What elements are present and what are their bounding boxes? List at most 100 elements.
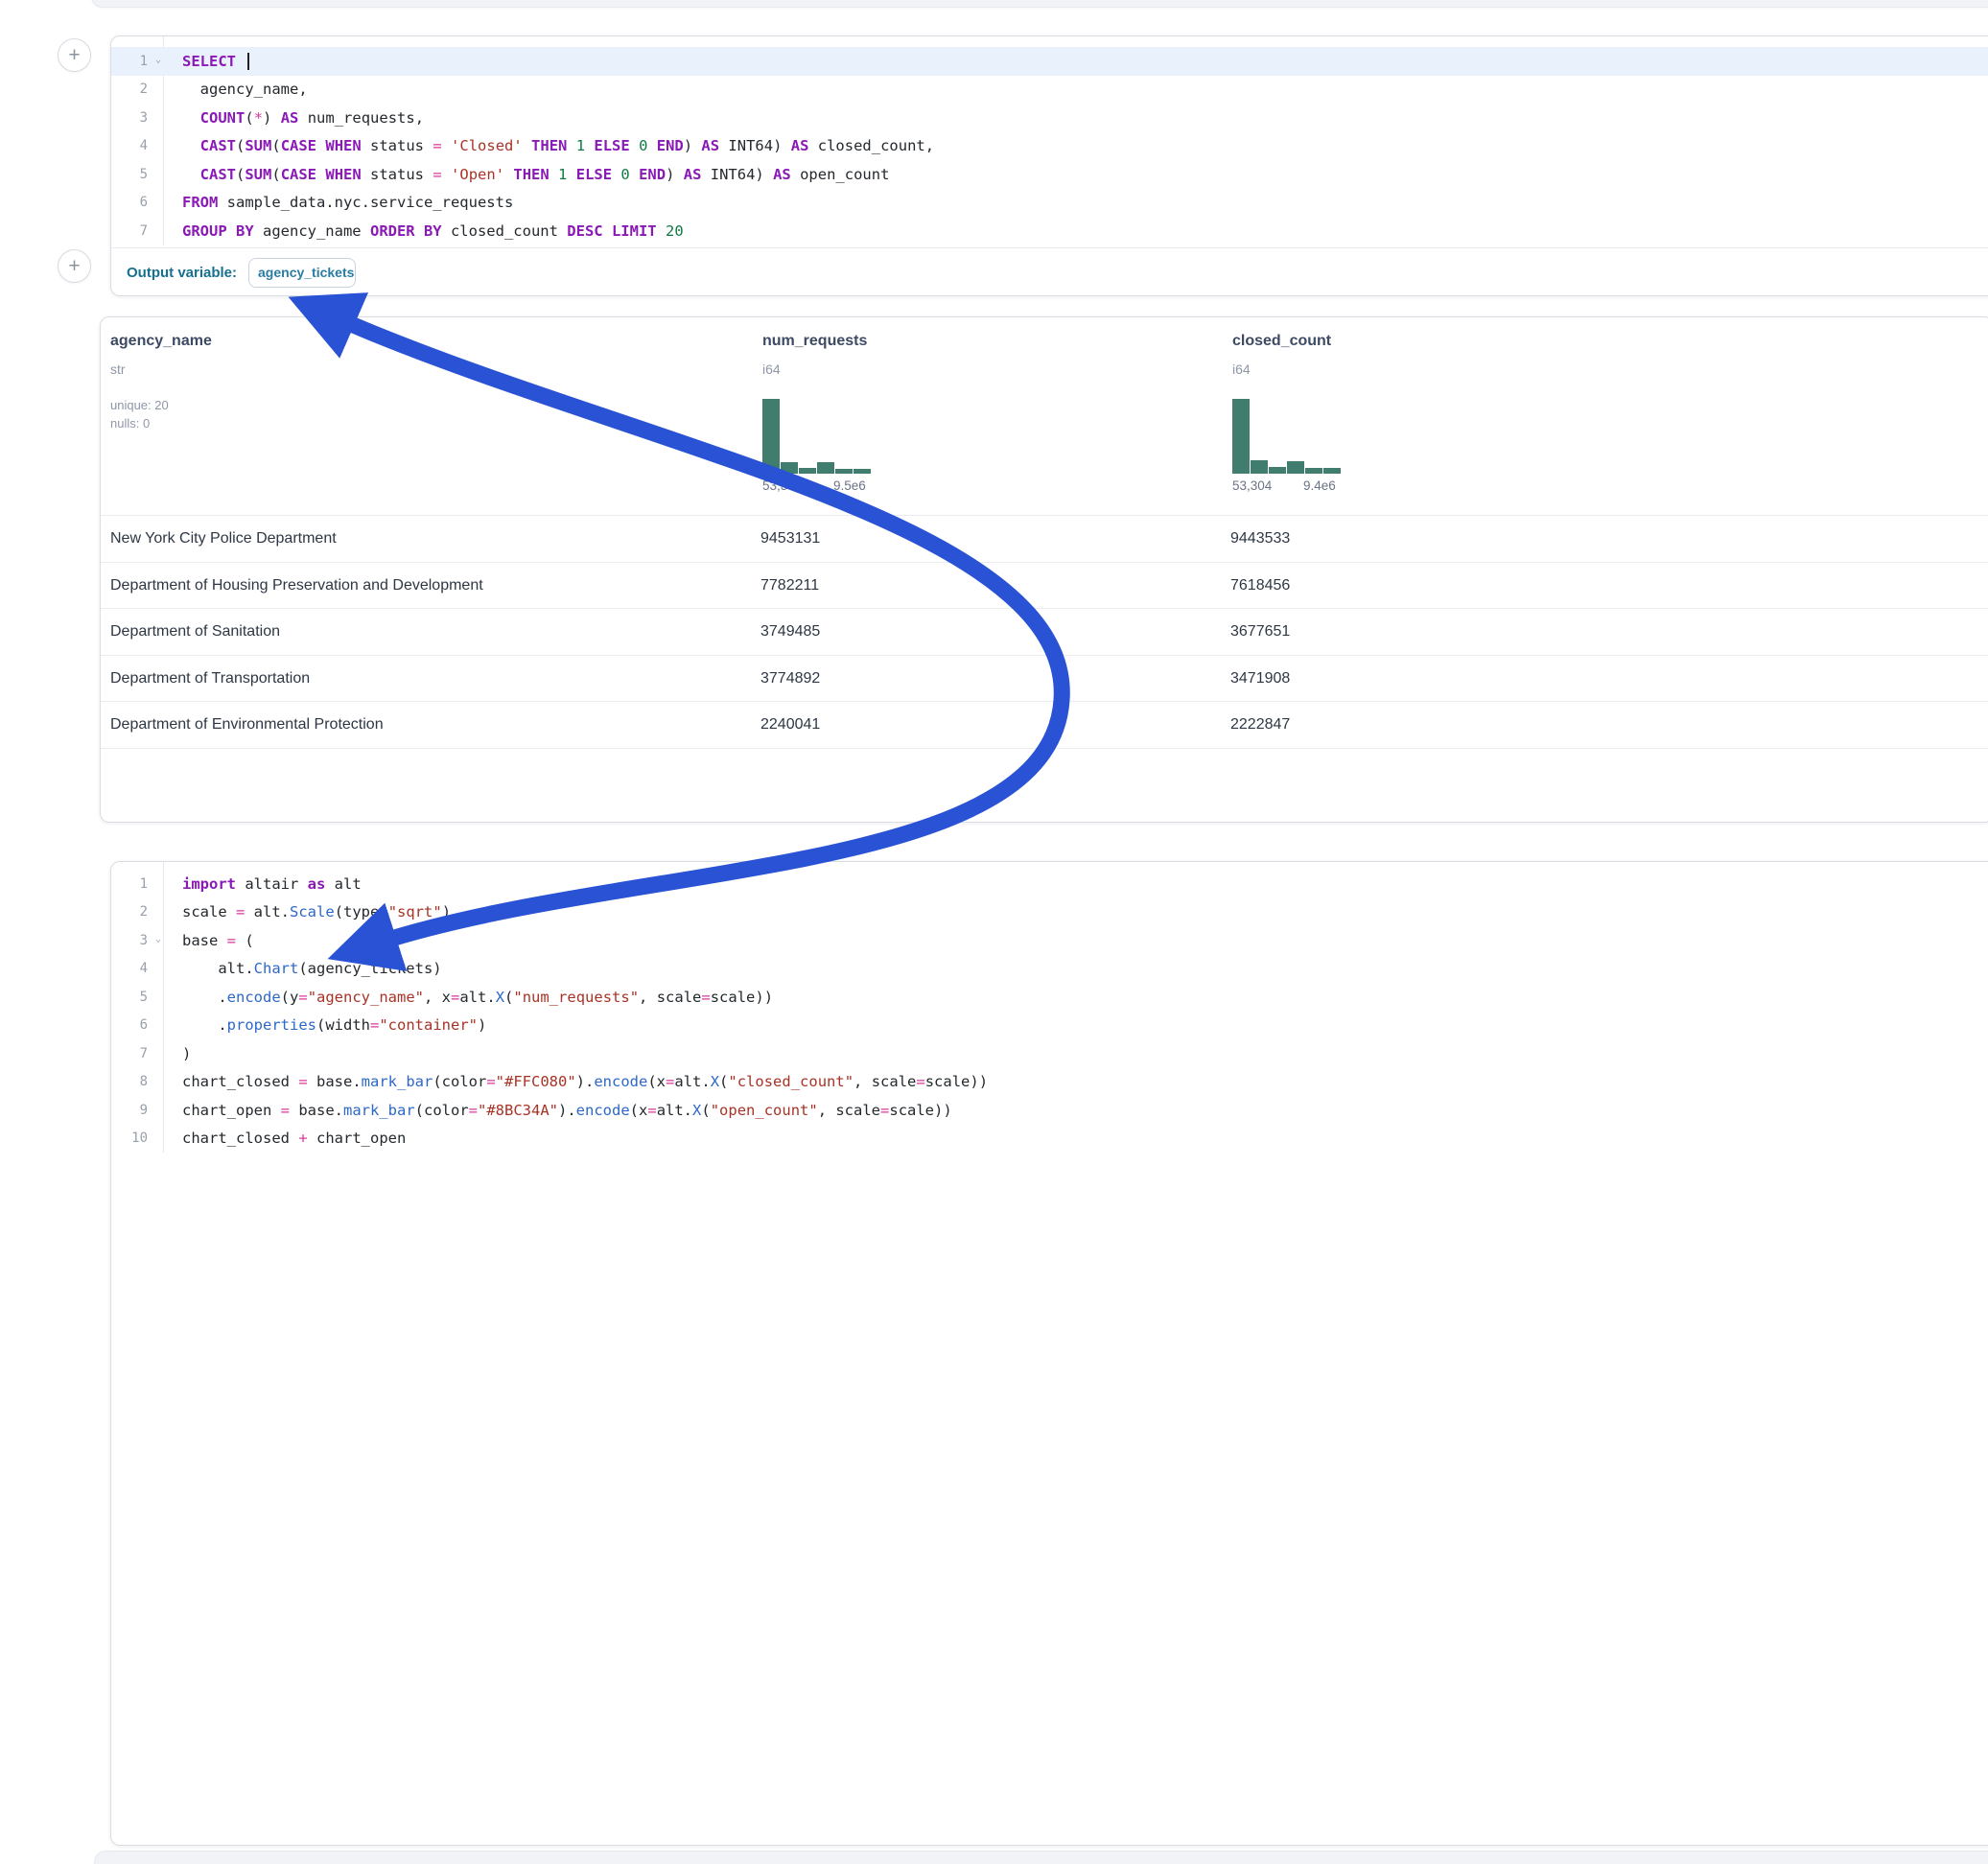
code-text: CAST(SUM(CASE WHEN status = 'Closed' THE… [163, 137, 934, 154]
table-cell: 3749485 [760, 609, 820, 656]
line-number: 7 [111, 223, 163, 239]
histogram-min-label: 53,304 [762, 478, 802, 493]
table-cell: Department of Transportation [110, 656, 310, 703]
code-line[interactable]: 3 COUNT(*) AS num_requests, [111, 104, 1988, 132]
table-row[interactable]: Department of Housing Preservation and D… [101, 562, 1988, 609]
python-code-editor[interactable]: 1import altair as alt2scale = alt.Scale(… [111, 862, 1988, 1153]
code-line[interactable]: 1⌄SELECT [111, 47, 1988, 76]
table-cell: 7782211 [760, 563, 819, 610]
column-type: i64 [762, 361, 781, 377]
code-text: agency_name, [163, 81, 308, 98]
code-text: .properties(width="container") [163, 1016, 486, 1034]
line-number: 2 [111, 904, 163, 920]
sql-code-editor[interactable]: 1⌄SELECT 2 agency_name,3 COUNT(*) AS num… [111, 36, 1988, 245]
histogram-min-label: 53,304 [1232, 478, 1272, 493]
code-line[interactable]: 10chart_closed + chart_open [111, 1125, 1988, 1153]
sql-cell: 1⌄SELECT 2 agency_name,3 COUNT(*) AS num… [110, 35, 1988, 296]
line-number: 6 [111, 195, 163, 210]
code-line[interactable]: 9chart_open = base.mark_bar(color="#8BC3… [111, 1096, 1988, 1125]
column-header-num_requests[interactable]: num_requests [762, 333, 867, 350]
line-number: 9 [111, 1103, 163, 1118]
code-line[interactable]: 2 agency_name, [111, 76, 1988, 105]
code-text: chart_closed = base.mark_bar(color="#FFC… [163, 1073, 988, 1090]
table-cell: 2240041 [760, 702, 820, 749]
column-meta: nulls: 0 [110, 416, 150, 431]
code-line[interactable]: 6 .properties(width="container") [111, 1012, 1988, 1040]
column-header-closed_count[interactable]: closed_count [1232, 333, 1331, 350]
code-text: alt.Chart(agency_tickets) [163, 960, 442, 977]
code-text: scale = alt.Scale(type="sqrt") [163, 903, 451, 920]
code-line[interactable]: 5 CAST(SUM(CASE WHEN status = 'Open' THE… [111, 160, 1988, 189]
code-line[interactable]: 8chart_closed = base.mark_bar(color="#FF… [111, 1068, 1988, 1097]
output-variable-pill[interactable]: agency_tickets [248, 258, 356, 288]
code-line[interactable]: 4 CAST(SUM(CASE WHEN status = 'Closed' T… [111, 132, 1988, 161]
code-text: COUNT(*) AS num_requests, [163, 109, 424, 127]
column-type: i64 [1232, 361, 1251, 377]
code-line[interactable]: 3⌄base = ( [111, 926, 1988, 955]
table-row[interactable]: New York City Police Department 9453131 94… [101, 515, 1988, 562]
next-cell-edge [94, 1851, 1988, 1864]
code-text: chart_open = base.mark_bar(color="#8BC34… [163, 1102, 952, 1119]
code-text: FROM sample_data.nyc.service_requests [163, 194, 513, 211]
line-number: 3 [111, 110, 163, 126]
table-cell: 9443533 [1230, 516, 1290, 563]
code-line[interactable]: 6FROM sample_data.nyc.service_requests [111, 189, 1988, 218]
line-number: 7 [111, 1046, 163, 1061]
fold-chevron-icon[interactable]: ⌄ [155, 55, 161, 65]
line-number: 6 [111, 1017, 163, 1033]
line-number: 1⌄ [111, 54, 163, 69]
add-cell-button-top[interactable]: + [58, 38, 91, 72]
line-number: 4 [111, 961, 163, 976]
code-text: CAST(SUM(CASE WHEN status = 'Open' THEN … [163, 166, 889, 183]
code-text: base = ( [163, 932, 254, 949]
code-text: import altair as alt [163, 875, 362, 893]
code-line[interactable]: 7) [111, 1039, 1988, 1068]
table-rows-end-border [101, 748, 1988, 749]
table-cell: 9453131 [760, 516, 820, 563]
line-number: 1 [111, 876, 163, 892]
table-cell: 3774892 [760, 656, 820, 703]
code-line[interactable]: 5 .encode(y="agency_name", x=alt.X("num_… [111, 983, 1988, 1012]
result-table: agency_namestr unique: 20 nulls: 0 num_requ… [100, 316, 1988, 823]
code-line[interactable]: 4 alt.Chart(agency_tickets) [111, 955, 1988, 984]
previous-cell-edge [91, 0, 1988, 8]
table-row[interactable]: Department of Environmental Protection 22… [101, 701, 1988, 748]
table-cell: New York City Police Department [110, 516, 337, 563]
table-row[interactable]: Department of Transportation 3774892 34719… [101, 655, 1988, 702]
table-cell: 3471908 [1230, 656, 1290, 703]
table-row[interactable]: Department of Sanitation 3749485 3677651 [101, 608, 1988, 655]
column-type: str [110, 361, 126, 377]
line-number: 10 [111, 1130, 163, 1146]
code-text: chart_closed + chart_open [163, 1130, 406, 1147]
table-cell: Department of Housing Preservation and D… [110, 563, 483, 610]
code-text: GROUP BY agency_name ORDER BY closed_cou… [163, 222, 684, 240]
python-cell: 1import altair as alt2scale = alt.Scale(… [110, 861, 1988, 1846]
code-line[interactable]: 1import altair as alt [111, 870, 1988, 898]
code-text: SELECT [163, 53, 249, 71]
line-number: 3⌄ [111, 933, 163, 948]
histogram-max-label: 9.4e6 [1303, 478, 1336, 493]
code-line[interactable]: 2scale = alt.Scale(type="sqrt") [111, 898, 1988, 927]
table-cell: Department of Sanitation [110, 609, 280, 656]
table-cell: Department of Environmental Protection [110, 702, 384, 749]
notebook-page: { "colors": { "arrow":"#2952d4", "histog… [0, 0, 1988, 1864]
fold-chevron-icon[interactable]: ⌄ [155, 934, 161, 944]
line-number: 4 [111, 138, 163, 153]
column-meta: unique: 20 [110, 398, 169, 412]
histogram-closed_count [1232, 399, 1347, 474]
line-number: 5 [111, 167, 163, 182]
output-variable-label: Output variable: [127, 265, 237, 281]
histogram-num_requests [762, 399, 877, 474]
line-number: 8 [111, 1074, 163, 1089]
code-line[interactable]: 7GROUP BY agency_name ORDER BY closed_co… [111, 217, 1988, 245]
text-cursor [247, 53, 249, 70]
column-header-agency_name[interactable]: agency_name [110, 333, 212, 350]
table-cell: 7618456 [1230, 563, 1290, 610]
table-cell: 3677651 [1230, 609, 1290, 656]
add-cell-button-below[interactable]: + [58, 249, 91, 283]
line-number: 5 [111, 990, 163, 1005]
code-text: ) [163, 1045, 191, 1062]
table-cell: 2222847 [1230, 702, 1290, 749]
output-variable-row: Output variable: agency_tickets [111, 248, 1988, 296]
line-number: 2 [111, 82, 163, 97]
